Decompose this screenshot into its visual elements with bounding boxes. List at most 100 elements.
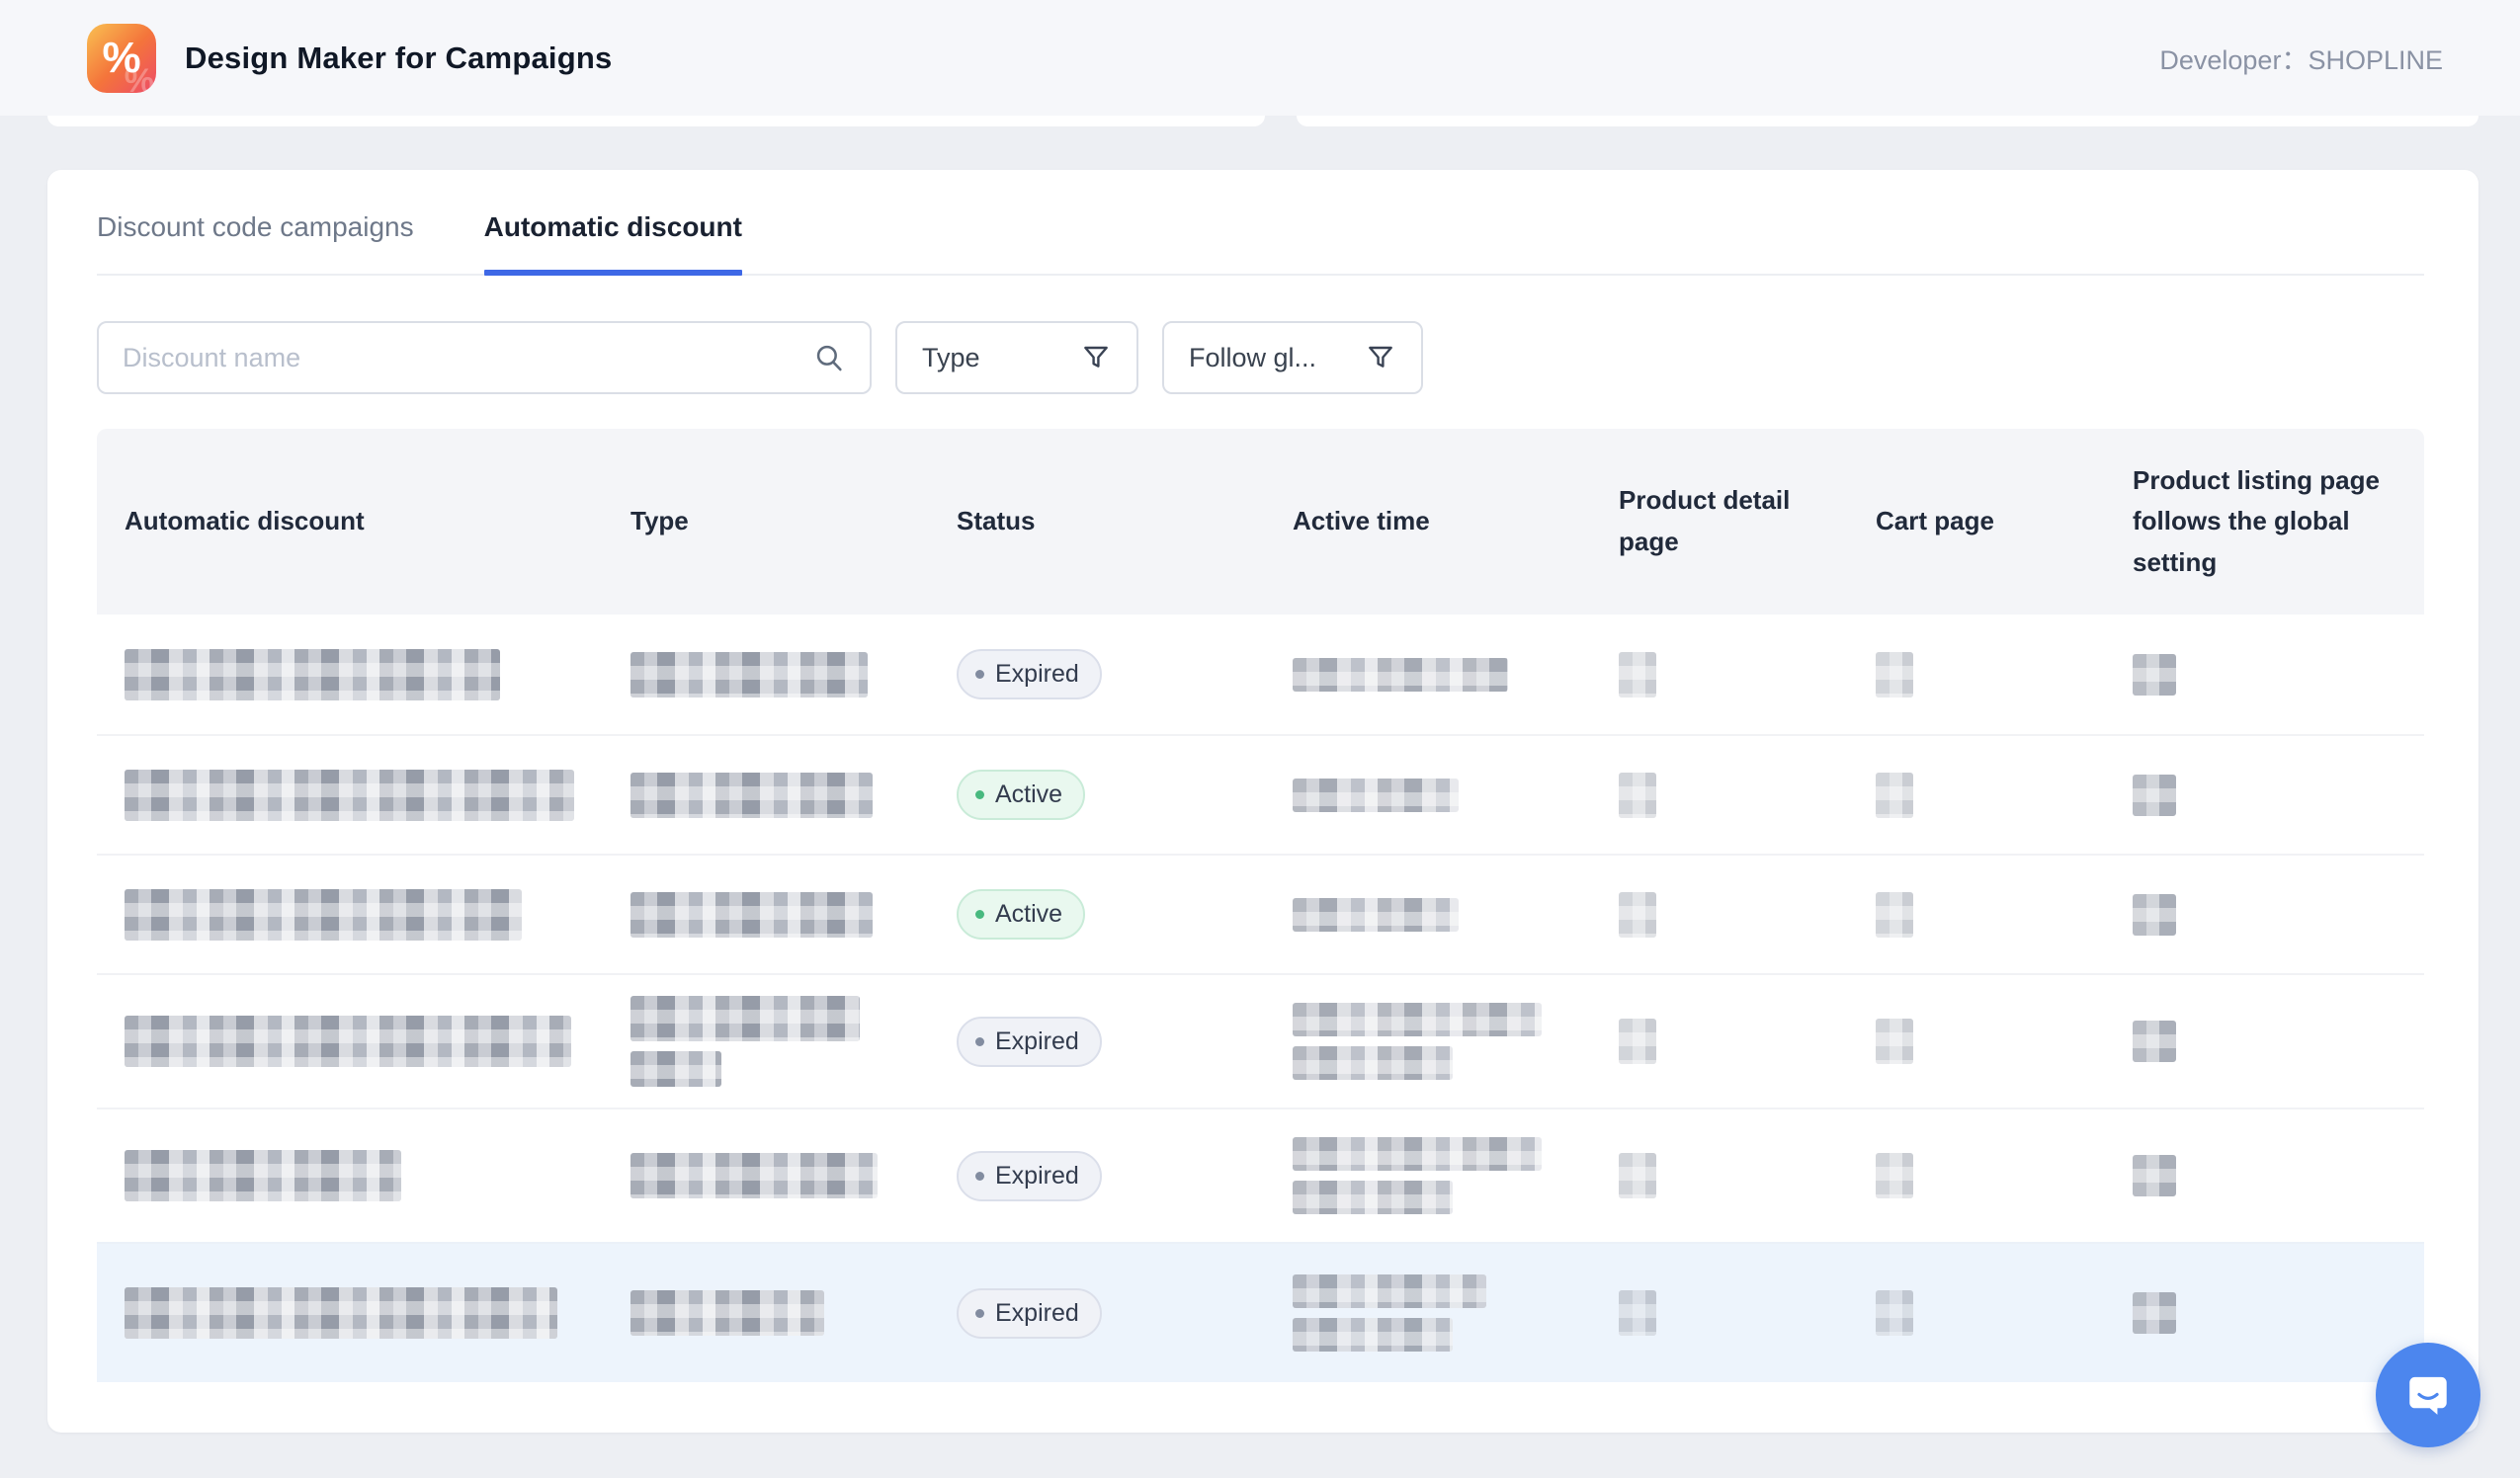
cell-type	[603, 773, 929, 818]
cell-active-time	[1265, 658, 1591, 692]
cell-cart-page	[1848, 773, 2105, 818]
status-dot-icon	[975, 670, 984, 679]
redacted-name	[125, 1016, 571, 1067]
page-title: Design Maker for Campaigns	[185, 41, 612, 76]
redacted-time	[1293, 1046, 1453, 1080]
cards-above-fold	[0, 116, 2520, 126]
redacted-mid	[2133, 775, 2176, 816]
cell-automatic-discount	[97, 1016, 603, 1067]
cell-product-listing-follows-global	[2105, 1155, 2424, 1196]
redacted-icon	[1876, 1019, 1913, 1064]
column-header: Cart page	[1848, 501, 2105, 542]
redacted-icon	[1619, 892, 1656, 938]
redacted-mid	[2133, 1292, 2176, 1334]
developer-label: Developer：	[2159, 45, 2308, 75]
redacted-time	[1293, 1274, 1486, 1308]
cell-type	[603, 996, 929, 1087]
type-filter-button[interactable]: Type	[895, 321, 1138, 394]
redacted-time	[1293, 898, 1459, 932]
status-dot-icon	[975, 1172, 984, 1181]
cell-product-listing-follows-global	[2105, 775, 2424, 816]
automatic-discount-table: Automatic discountTypeStatusActive timeP…	[97, 429, 2424, 1382]
redacted-icon	[1876, 652, 1913, 698]
chat-launcher-button[interactable]	[2376, 1343, 2480, 1447]
cell-automatic-discount	[97, 1150, 603, 1201]
search-icon	[812, 341, 846, 374]
cell-active-time	[1265, 1137, 1591, 1214]
cell-status: Active	[929, 770, 1265, 820]
redacted-name	[125, 1287, 557, 1339]
redacted-mid	[2133, 654, 2176, 696]
redacted-type	[630, 1051, 721, 1087]
tab-bar: Discount code campaigns Automatic discoun…	[97, 170, 2424, 276]
status-dot-icon	[975, 910, 984, 919]
discounts-card: Discount code campaigns Automatic discoun…	[47, 170, 2478, 1433]
cell-automatic-discount	[97, 649, 603, 700]
redacted-name	[125, 770, 574, 821]
redacted-icon	[1619, 652, 1656, 698]
funnel-icon	[1080, 342, 1112, 373]
cell-product-detail-page	[1591, 1019, 1848, 1064]
cell-product-detail-page	[1591, 1290, 1848, 1336]
status-dot-icon	[975, 790, 984, 799]
search-input[interactable]	[123, 343, 812, 373]
status-label: Expired	[995, 660, 1079, 689]
redacted-time	[1293, 658, 1508, 692]
redacted-time	[1293, 779, 1459, 812]
developer-name: SHOPLINE	[2308, 45, 2443, 75]
cell-product-listing-follows-global	[2105, 654, 2424, 696]
column-header: Status	[929, 501, 1265, 542]
discount-name-search[interactable]	[97, 321, 872, 394]
status-badge: Active	[957, 889, 1085, 940]
follow-global-filter-button[interactable]: Follow gl...	[1162, 321, 1423, 394]
redacted-icon	[1876, 1290, 1913, 1336]
chat-bubble-icon	[2399, 1366, 2457, 1424]
column-header: Product detail page	[1591, 480, 1848, 562]
cell-automatic-discount	[97, 1287, 603, 1339]
cell-status: Expired	[929, 649, 1265, 699]
cell-type	[603, 652, 929, 698]
column-header: Active time	[1265, 501, 1591, 542]
status-badge: Expired	[957, 1151, 1102, 1201]
redacted-type	[630, 892, 873, 938]
cell-cart-page	[1848, 652, 2105, 698]
status-label: Expired	[995, 1027, 1079, 1056]
table-row[interactable]: Expired	[97, 1242, 2424, 1382]
funnel-icon	[1365, 342, 1396, 373]
cell-product-detail-page	[1591, 892, 1848, 938]
tab-automatic-discount[interactable]: Automatic discount	[484, 211, 742, 274]
redacted-type	[630, 773, 873, 818]
redacted-mid	[2133, 894, 2176, 936]
cell-cart-page	[1848, 1019, 2105, 1064]
status-badge: Active	[957, 770, 1085, 820]
redacted-icon	[1876, 773, 1913, 818]
redacted-time	[1293, 1181, 1453, 1214]
cell-active-time	[1265, 1274, 1591, 1352]
table-row[interactable]: Active	[97, 854, 2424, 973]
type-filter-label: Type	[922, 343, 980, 373]
table-row[interactable]: Active	[97, 734, 2424, 854]
cell-product-detail-page	[1591, 652, 1848, 698]
table-row[interactable]: Expired	[97, 1108, 2424, 1242]
redacted-name	[125, 649, 500, 700]
redacted-icon	[1876, 892, 1913, 938]
cell-active-time	[1265, 779, 1591, 812]
filter-bar: Type Follow gl...	[97, 321, 2424, 394]
cell-cart-page	[1848, 892, 2105, 938]
status-dot-icon	[975, 1309, 984, 1318]
cell-product-detail-page	[1591, 1153, 1848, 1198]
status-label: Expired	[995, 1299, 1079, 1328]
table-row[interactable]: Expired	[97, 615, 2424, 734]
redacted-name	[125, 1150, 401, 1201]
cell-automatic-discount	[97, 889, 603, 941]
top-bar: % % Design Maker for Campaigns Developer…	[0, 0, 2520, 116]
redacted-type	[630, 996, 860, 1041]
cell-status: Expired	[929, 1288, 1265, 1339]
table-row[interactable]: Expired	[97, 973, 2424, 1108]
tab-discount-code-campaigns[interactable]: Discount code campaigns	[97, 211, 414, 274]
redacted-icon	[1619, 1290, 1656, 1336]
status-badge: Expired	[957, 1017, 1102, 1067]
cell-active-time	[1265, 898, 1591, 932]
redacted-icon	[1619, 773, 1656, 818]
redacted-type	[630, 1153, 878, 1198]
